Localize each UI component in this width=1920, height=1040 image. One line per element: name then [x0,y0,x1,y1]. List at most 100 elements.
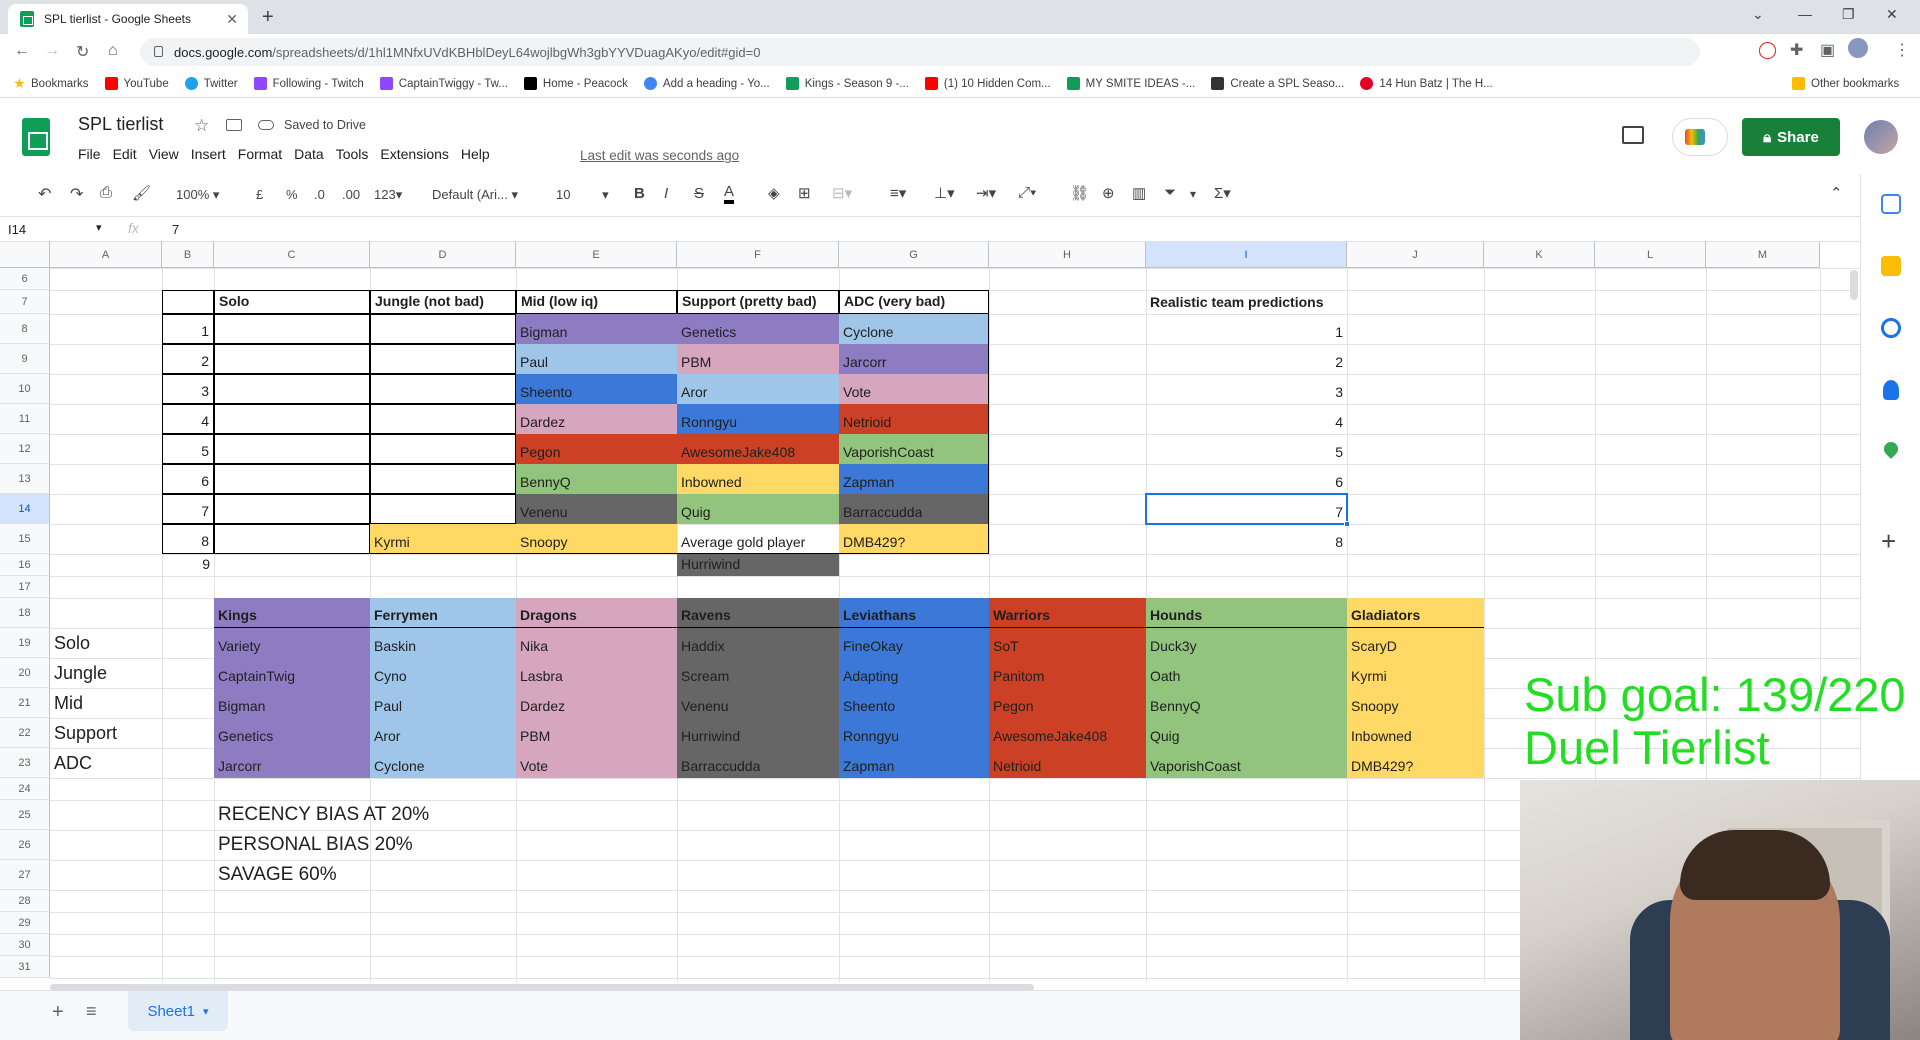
adc-tier-cell[interactable]: Vote [839,374,989,404]
support-tier-cell[interactable]: PBM [677,344,839,374]
name-box-dropdown-icon[interactable]: ▾ [96,221,102,234]
team-player-cell[interactable]: Ronngyu [839,718,989,748]
row-header-23[interactable]: 23 [0,748,50,778]
profile-avatar[interactable] [1848,38,1868,58]
team-player-cell[interactable]: Haddix [677,628,839,658]
close-tab-icon[interactable]: ✕ [226,11,238,28]
solo-tier-cell[interactable] [214,494,370,524]
tier-rank-cell[interactable]: 1 [162,314,214,344]
prediction-cell[interactable]: 8 [1146,524,1347,554]
column-header-k[interactable]: K [1484,242,1595,268]
support-tier-cell[interactable]: Quig [677,494,839,524]
tier-header-cell[interactable]: Solo [214,290,370,314]
row-header-15[interactable]: 15 [0,524,50,554]
share-button[interactable]: 🔒︎ Share [1742,118,1840,156]
support-tier-cell[interactable]: Aror [677,374,839,404]
team-player-cell[interactable]: BennyQ [1146,688,1347,718]
support-tier-cell[interactable]: Inbowned [677,464,839,494]
row-header-22[interactable]: 22 [0,718,50,748]
menu-insert[interactable]: Insert [191,146,226,162]
mid-tier-cell[interactable]: Snoopy [516,524,677,554]
team-player-cell[interactable]: SoT [989,628,1146,658]
team-player-cell[interactable]: Jarcorr [214,748,370,778]
team-player-cell[interactable]: VaporishCoast [1146,748,1347,778]
team-header-kings[interactable]: Kings [214,598,370,628]
font-size-select[interactable]: 10 ▾ [556,187,609,203]
text-rotation-icon[interactable]: ⤢▾ [1018,184,1036,201]
role-label[interactable]: Mid [50,688,162,718]
row-header-11[interactable]: 11 [0,404,50,434]
support-tier-cell[interactable]: Ronngyu [677,404,839,434]
team-player-cell[interactable]: Baskin [370,628,516,658]
column-header-j[interactable]: J [1347,242,1484,268]
menu-help[interactable]: Help [461,146,490,162]
team-player-cell[interactable]: CaptainTwig [214,658,370,688]
column-header-f[interactable]: F [677,242,839,268]
row-header-26[interactable]: 26 [0,830,50,860]
currency-format-button[interactable]: £ [256,187,263,202]
team-player-cell[interactable]: FineOkay [839,628,989,658]
sheets-logo-icon[interactable] [22,118,50,156]
row-header-27[interactable]: 27 [0,860,50,890]
team-player-cell[interactable]: Cyclone [370,748,516,778]
team-player-cell[interactable]: Pegon [989,688,1146,718]
prediction-cell[interactable]: 3 [1146,374,1347,404]
tier-header-cell[interactable]: Jungle (not bad) [370,290,516,314]
browser-tab[interactable]: SPL tierlist - Google Sheets ✕ [8,4,248,34]
role-label[interactable]: Jungle [50,658,162,688]
team-header-ferrymen[interactable]: Ferrymen [370,598,516,628]
reload-icon[interactable]: ↻ [76,42,89,62]
adc-tier-cell[interactable]: Cyclone [839,314,989,344]
support-tier-cell[interactable]: Hurriwind [677,554,839,576]
mid-tier-cell[interactable]: Sheento [516,374,677,404]
insert-link-icon[interactable]: ⛓︎ [1070,184,1089,202]
team-player-cell[interactable]: Netrioid [989,748,1146,778]
percent-format-button[interactable]: % [286,187,298,202]
team-player-cell[interactable]: Barraccudda [677,748,839,778]
paint-format-icon[interactable]: 🖌︎ [132,184,151,202]
fill-handle[interactable] [1344,521,1350,527]
row-header-16[interactable]: 16 [0,554,50,576]
bookmark-item[interactable]: Twitter [184,77,238,90]
predictions-title[interactable]: Realistic team predictions [1146,290,1347,314]
tier-rank-cell[interactable]: 7 [162,494,214,524]
menu-format[interactable]: Format [238,146,282,162]
font-family-select[interactable]: Default (Ari... ▾ [432,187,518,203]
column-header-l[interactable]: L [1595,242,1706,268]
jungle-tier-cell[interactable] [370,314,516,344]
borders-icon[interactable]: ⊞ [798,184,811,202]
menu-file[interactable]: File [78,146,101,162]
bookmark-item[interactable]: Kings - Season 9 -... [785,77,909,90]
team-header-hounds[interactable]: Hounds [1146,598,1347,628]
team-player-cell[interactable]: Adapting [839,658,989,688]
minimize-button[interactable]: — [1798,6,1812,22]
menu-edit[interactable]: Edit [113,146,137,162]
tier-header-blank[interactable] [162,290,214,314]
column-header-g[interactable]: G [839,242,989,268]
forward-arrow-icon[interactable]: → [44,42,60,60]
jungle-tier-cell[interactable]: Kyrmi [370,524,516,554]
vertical-scrollbar[interactable] [1850,270,1858,300]
move-folder-icon[interactable] [226,119,242,131]
bookmark-item[interactable]: Following - Twitch [253,77,364,90]
jungle-tier-cell[interactable] [370,404,516,434]
team-header-leviathans[interactable]: Leviathans [839,598,989,628]
add-sheet-icon[interactable]: + [52,1001,64,1024]
jungle-tier-cell[interactable] [370,494,516,524]
tab-search-icon[interactable]: ⌄ [1752,6,1764,23]
menu-data[interactable]: Data [294,146,324,162]
column-header-i[interactable]: I [1146,242,1347,268]
tier-header-cell[interactable]: Mid (low iq) [516,290,677,314]
row-header-28[interactable]: 28 [0,890,50,912]
team-header-gladiators[interactable]: Gladiators [1347,598,1484,628]
selected-cell-outline[interactable] [1145,493,1350,527]
row-header-19[interactable]: 19 [0,628,50,658]
row-header-7[interactable]: 7 [0,290,50,314]
prediction-cell[interactable]: 4 [1146,404,1347,434]
text-wrap-icon[interactable]: ⇥▾ [976,184,996,202]
jungle-tier-cell[interactable] [370,434,516,464]
team-player-cell[interactable]: Quig [1146,718,1347,748]
bookmark-item[interactable]: Create a SPL Seaso... [1211,77,1344,90]
row-header-9[interactable]: 9 [0,344,50,374]
fill-color-icon[interactable]: ◈ [768,184,780,202]
